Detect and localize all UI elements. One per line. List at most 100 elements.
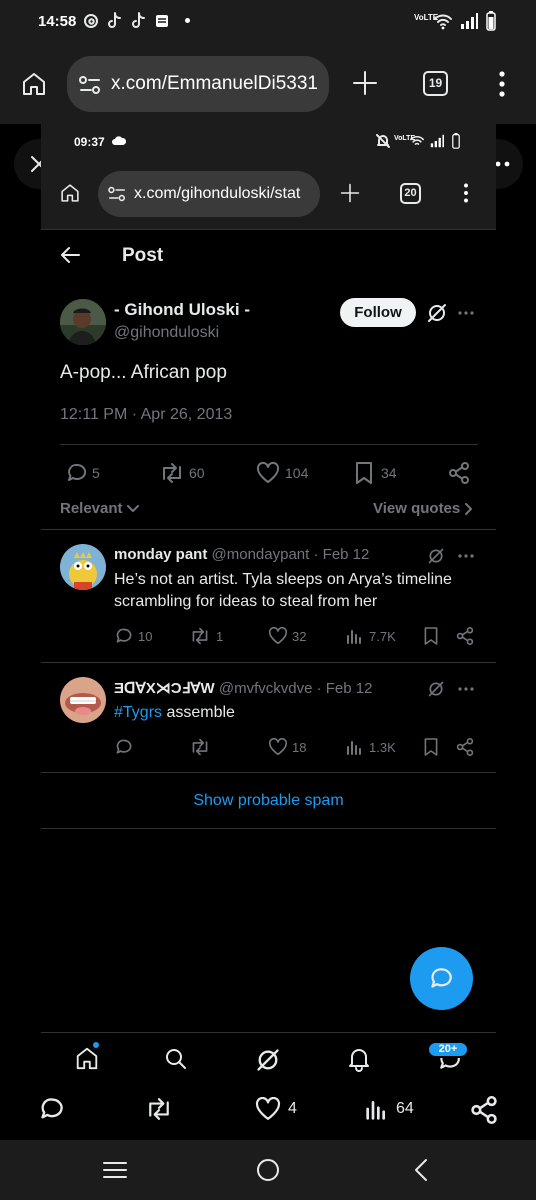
reply-header: ƎᗡⱯX⋊ƆℲⱯW @mvfvckvdve · Feb 12: [114, 679, 414, 697]
dot-separator: ·: [316, 680, 322, 697]
reply-bookmark-icon[interactable]: [423, 737, 439, 757]
inner-status-bar: 09:37 VoLTE: [41, 124, 496, 164]
reply-bookmark-icon[interactable]: [423, 626, 439, 646]
like-icon[interactable]: [256, 462, 280, 484]
reply-author-handle[interactable]: @mondaypant: [212, 546, 310, 563]
repost-count: 60: [189, 465, 205, 481]
outer-status-time: 14:58: [38, 13, 77, 30]
reply-grok-icon[interactable]: [427, 547, 445, 565]
reply-author-handle[interactable]: @mvfvckvdve: [219, 680, 313, 697]
cloud-icon: [112, 136, 126, 146]
share-icon[interactable]: [448, 462, 470, 484]
home-icon[interactable]: [20, 70, 48, 98]
show-probable-spam-label: Show probable spam: [193, 792, 344, 809]
reply-avatar[interactable]: [60, 677, 106, 723]
mute-icon: [376, 134, 390, 148]
threads-icon: [82, 12, 100, 30]
outer-share-icon[interactable]: [470, 1096, 498, 1124]
bookmark-icon[interactable]: [354, 461, 374, 485]
grok-icon[interactable]: [426, 302, 448, 324]
view-quotes-link[interactable]: View quotes: [373, 500, 473, 518]
site-settings-icon[interactable]: [79, 75, 101, 95]
author-handle[interactable]: @gihonduloski: [114, 324, 219, 342]
back-chevron-icon[interactable]: [413, 1158, 429, 1182]
reply-date[interactable]: Feb 12: [326, 680, 373, 697]
follow-button[interactable]: Follow: [340, 298, 416, 327]
new-tab-icon[interactable]: [352, 70, 378, 96]
hashtag-link[interactable]: #Tygrs: [114, 704, 162, 721]
reply-tweet[interactable]: ƎᗡⱯX⋊ƆℲⱯW @mvfvckvdve · Feb 12 #Tygrs as…: [41, 663, 496, 773]
reply-tweet[interactable]: monday pant @mondaypant · Feb 12 He’s no…: [41, 530, 496, 662]
outer-reply-icon[interactable]: [38, 1096, 66, 1122]
inner-menu-icon[interactable]: [463, 183, 469, 203]
inner-wifi-icon: [409, 134, 425, 148]
nav-home-icon[interactable]: [74, 1045, 100, 1071]
inner-tab-switcher-button[interactable]: 20: [400, 183, 421, 204]
inner-new-tab-icon[interactable]: [340, 183, 360, 203]
messages-badge: 20+: [427, 1041, 469, 1058]
reply-like-icon[interactable]: [268, 738, 288, 756]
reply-views-icon[interactable]: [346, 627, 364, 645]
spam-divider: [41, 828, 496, 829]
post-text: A-pop... African pop: [60, 362, 227, 383]
inner-url-text: x.com/gihonduloski/stat: [134, 185, 301, 202]
inner-url-bar[interactable]: x.com/gihonduloski/stat: [98, 171, 320, 217]
reply-reply-count: 10: [138, 629, 153, 644]
reply-share-icon[interactable]: [456, 627, 474, 645]
reply-repost-icon[interactable]: [189, 627, 211, 645]
inner-site-settings-icon[interactable]: [108, 186, 126, 202]
reply-repost-icon[interactable]: [189, 738, 211, 756]
author-name[interactable]: - Gihond Uloski -: [114, 300, 250, 320]
outer-browser-toolbar: x.com/EmmanuelDi5331 19: [0, 44, 536, 124]
page-title: Post: [122, 245, 164, 266]
reply-author-name[interactable]: ƎᗡⱯX⋊ƆℲⱯW: [114, 680, 215, 697]
reply-share-icon[interactable]: [456, 738, 474, 756]
toolbar-divider: [41, 229, 496, 230]
nav-grok-icon[interactable]: [255, 1047, 281, 1073]
inner-home-icon[interactable]: [59, 182, 81, 204]
bottom-nav-divider: [41, 1032, 496, 1033]
nav-search-icon[interactable]: [164, 1047, 188, 1071]
author-avatar[interactable]: [60, 299, 106, 345]
tab-switcher-button[interactable]: 19: [423, 71, 448, 96]
back-arrow-icon[interactable]: [59, 244, 81, 266]
outer-views-icon[interactable]: [365, 1096, 389, 1122]
reply-text: #Tygrs assemble: [114, 702, 484, 724]
reply-more-icon[interactable]: [458, 554, 474, 558]
inner-browser-toolbar: x.com/gihonduloski/stat 20: [41, 164, 496, 229]
bookmark-count: 34: [381, 465, 397, 481]
reply-text-body: assemble: [162, 704, 235, 721]
reply-grok-icon[interactable]: [427, 680, 445, 698]
reply-avatar[interactable]: [60, 544, 106, 590]
post-more-icon[interactable]: [458, 311, 474, 315]
reply-reply-icon[interactable]: [115, 627, 133, 645]
show-probable-spam-button[interactable]: Show probable spam: [41, 792, 496, 810]
sort-label: Relevant: [60, 500, 123, 517]
repost-icon[interactable]: [159, 462, 185, 484]
menu-icon[interactable]: [498, 71, 506, 97]
outer-repost-icon[interactable]: [144, 1097, 174, 1121]
reply-repost-count: 1: [216, 629, 224, 644]
sort-dropdown[interactable]: Relevant: [60, 500, 139, 518]
outer-like-icon[interactable]: [254, 1097, 282, 1121]
inner-signal-icon: [430, 134, 444, 148]
home-circle-icon[interactable]: [256, 1158, 280, 1182]
reply-date[interactable]: Feb 12: [323, 546, 370, 563]
nav-notifications-icon[interactable]: [347, 1046, 371, 1072]
reply-icon[interactable]: [66, 462, 88, 484]
outer-url-bar[interactable]: x.com/EmmanuelDi5331: [67, 56, 329, 112]
view-quotes-label: View quotes: [373, 500, 461, 517]
reply-reply-icon[interactable]: [115, 738, 133, 756]
chevron-right-icon: [464, 502, 473, 515]
recent-apps-icon[interactable]: [102, 1160, 128, 1180]
reply-like-count: 18: [292, 740, 307, 755]
reply-more-icon[interactable]: [458, 687, 474, 691]
reply-like-icon[interactable]: [268, 627, 288, 645]
reply-text: He’s not an artist. Tyla sleeps on Arya’…: [114, 571, 452, 610]
reply-author-name[interactable]: monday pant: [114, 546, 207, 563]
post-timestamp[interactable]: 12:11 PM · Apr 26, 2013: [60, 406, 232, 424]
signal-icon: [460, 12, 478, 30]
reply-views-icon[interactable]: [346, 738, 364, 756]
compose-reply-button[interactable]: [410, 947, 473, 1010]
chevron-down-icon: [126, 504, 139, 513]
